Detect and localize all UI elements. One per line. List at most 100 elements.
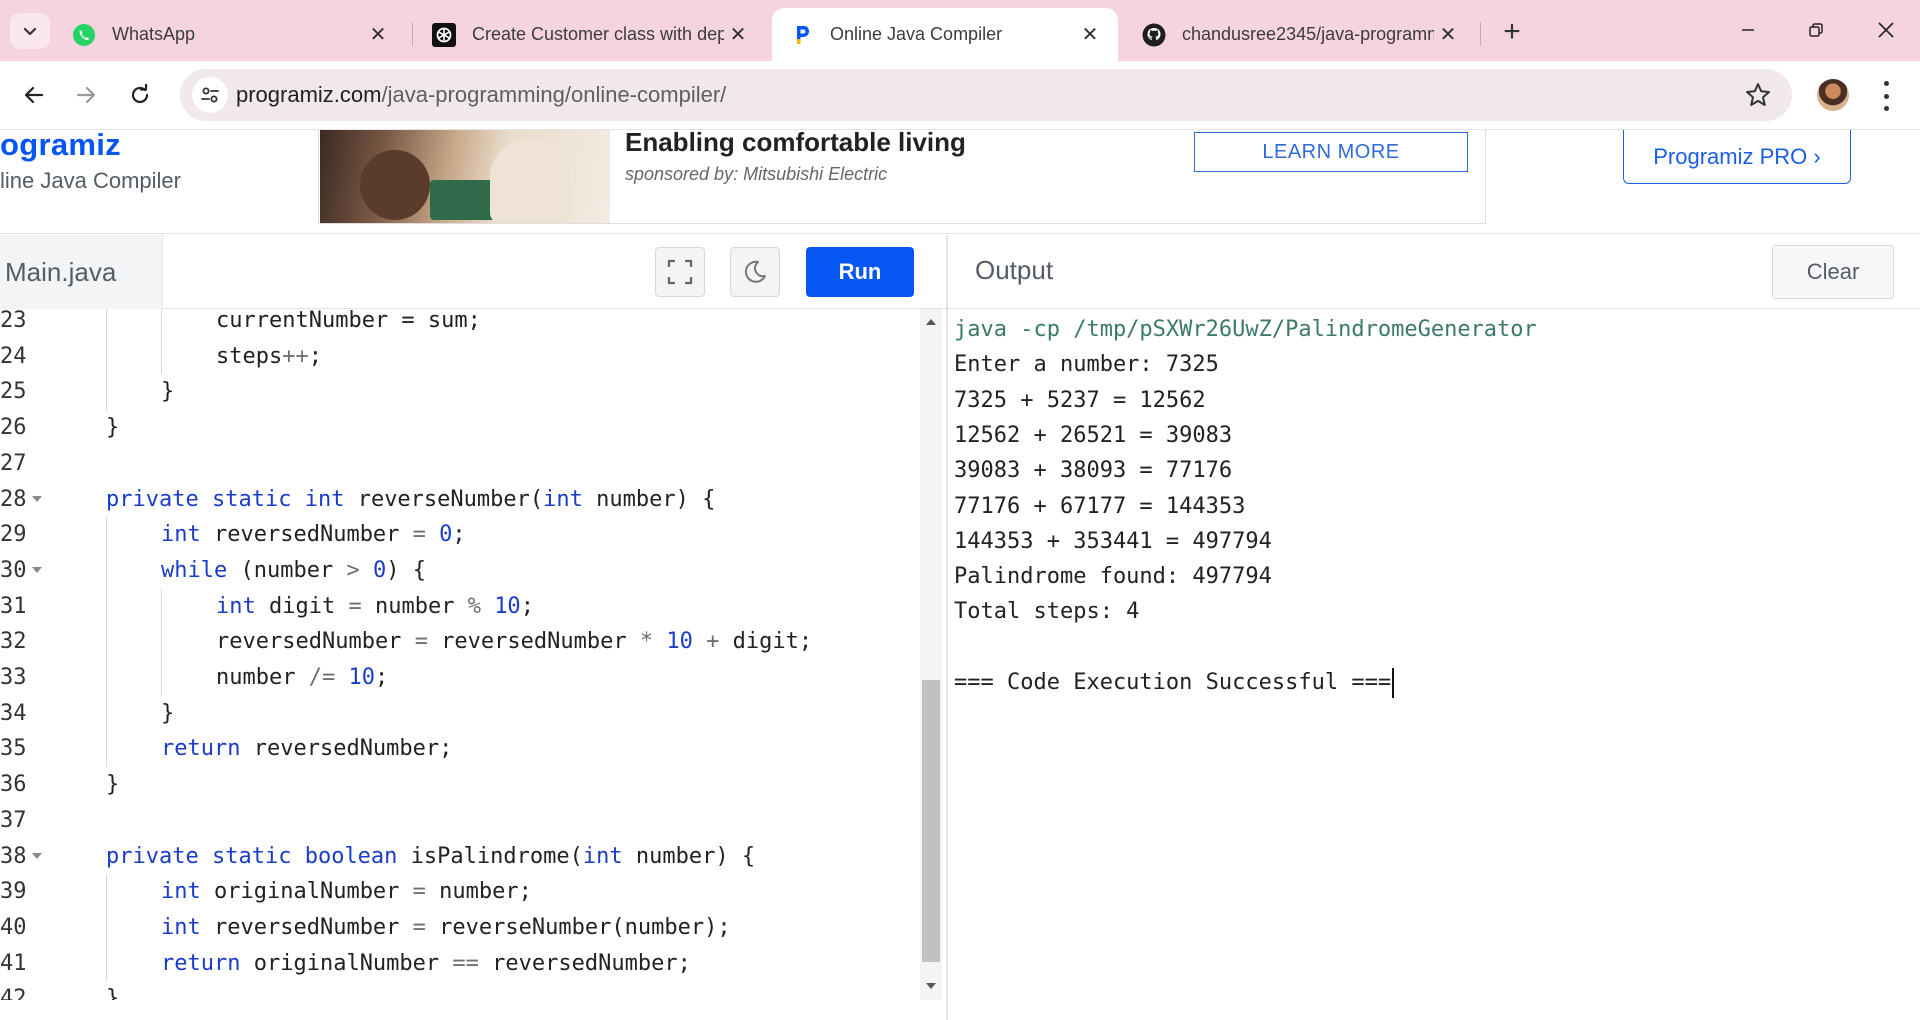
- url-path: /java-programming/online-compiler/: [381, 82, 727, 107]
- output-line: 144353 + 353441 = 497794: [954, 528, 1272, 554]
- browser-toolbar: programiz.com/java-programming/online-co…: [0, 61, 1920, 130]
- scroll-down-arrow[interactable]: [926, 983, 936, 989]
- tab-search-button[interactable]: [10, 13, 50, 49]
- code-text: currentNumber = sum;: [216, 309, 481, 333]
- file-tab-main-java[interactable]: Main.java: [0, 235, 163, 309]
- tab-github[interactable]: chandusree2345/java-programm ✕: [1124, 8, 1476, 61]
- code-line[interactable]: 23 currentNumber = sum;: [0, 309, 920, 339]
- scroll-up-arrow[interactable]: [926, 319, 936, 325]
- output-line: 12562 + 26521 = 39083: [954, 422, 1233, 448]
- indent-guide: [106, 588, 107, 625]
- code-line[interactable]: 35 return reversedNumber;: [0, 731, 920, 768]
- code-text: private static boolean isPalindrome(int …: [106, 843, 756, 869]
- code-line[interactable]: 33 number /= 10;: [0, 660, 920, 696]
- forward-button[interactable]: [64, 73, 108, 117]
- scrollbar-thumb[interactable]: [922, 680, 940, 962]
- line-number: 35: [0, 736, 27, 762]
- close-icon[interactable]: ✕: [724, 21, 752, 49]
- close-icon[interactable]: ✕: [1434, 21, 1462, 49]
- fold-arrow-icon[interactable]: [32, 852, 42, 859]
- indent-guide: [106, 517, 107, 553]
- code-text: private static int reverseNumber(int num…: [106, 486, 716, 512]
- code-line[interactable]: 32 reversedNumber = reversedNumber * 10 +…: [0, 624, 920, 660]
- code-line[interactable]: 36}: [0, 767, 920, 802]
- site-header: ogramiz line Java Compiler Enabling comf…: [0, 127, 1920, 234]
- tab-separator: [412, 22, 413, 46]
- output-line: Palindrome found: 497794: [954, 564, 1272, 590]
- output-toolbar: Output Clear: [948, 235, 1920, 309]
- close-window-button[interactable]: [1852, 0, 1920, 60]
- run-button[interactable]: Run: [806, 247, 914, 297]
- indent-guide: [106, 624, 107, 660]
- line-number: 40: [0, 914, 27, 940]
- url-host: programiz.com: [236, 82, 382, 107]
- clear-button[interactable]: Clear: [1772, 245, 1894, 299]
- code-text: int digit = number % 10;: [216, 593, 534, 619]
- code-line[interactable]: 29 int reversedNumber = 0;: [0, 517, 920, 553]
- code-line[interactable]: 25}: [0, 374, 920, 411]
- ad-headline: Enabling comfortable living: [625, 127, 966, 157]
- line-number: 41: [0, 950, 27, 976]
- tab-title: WhatsApp: [112, 24, 196, 44]
- close-icon[interactable]: ✕: [1076, 21, 1104, 49]
- indent-guide: [106, 374, 107, 411]
- line-number: 36: [0, 772, 27, 798]
- arrow-right-icon: [76, 86, 96, 104]
- indent-guide: [161, 309, 162, 339]
- line-number: 42: [0, 986, 27, 1000]
- code-line[interactable]: 41 return originalNumber == reversedNumbe…: [0, 945, 920, 982]
- code-line[interactable]: 24 steps++;: [0, 338, 920, 375]
- site-settings-icon[interactable]: [192, 77, 228, 113]
- dark-mode-toggle[interactable]: [730, 247, 780, 297]
- code-text: steps++;: [216, 343, 322, 369]
- reload-button[interactable]: [118, 73, 162, 117]
- tab-create-customer[interactable]: Create Customer class with dep ✕: [414, 8, 766, 61]
- editor-scrollbar[interactable]: [920, 309, 942, 1000]
- code-line[interactable]: 26}: [0, 410, 920, 445]
- indent-guide: [161, 660, 162, 696]
- tab-title: chandusree2345/java-programm: [1182, 24, 1434, 44]
- profile-avatar[interactable]: [1817, 79, 1849, 111]
- ad-image: [320, 130, 610, 223]
- code-line[interactable]: 34}: [0, 695, 920, 732]
- url-text: programiz.com/java-programming/online-co…: [236, 82, 726, 108]
- advertisement-banner[interactable]: Enabling comfortable living sponsored by…: [318, 127, 1486, 224]
- fold-arrow-icon[interactable]: [32, 495, 42, 502]
- code-line[interactable]: 28 private static int reverseNumber(int n…: [0, 482, 920, 517]
- back-button[interactable]: [12, 73, 56, 117]
- indent-guide: [161, 338, 162, 375]
- code-line[interactable]: 30 while (number > 0) {: [0, 552, 920, 589]
- programiz-pro-button[interactable]: Programiz PRO ›: [1623, 130, 1851, 184]
- github-icon: [1142, 23, 1166, 47]
- new-tab-button[interactable]: +: [1494, 14, 1530, 50]
- minimize-button[interactable]: [1714, 0, 1782, 60]
- code-line[interactable]: 31 int digit = number % 10;: [0, 588, 920, 625]
- restore-button[interactable]: [1782, 0, 1850, 60]
- code-line[interactable]: 38 private static boolean isPalindrome(in…: [0, 839, 920, 874]
- output-line: 7325 + 5237 = 12562: [954, 387, 1206, 413]
- code-text: }: [106, 772, 120, 798]
- text-cursor: [1392, 667, 1395, 698]
- code-line[interactable]: 37: [0, 803, 920, 838]
- close-icon[interactable]: ✕: [364, 21, 392, 49]
- output-console[interactable]: java -cp /tmp/pSXWr26UwZ/PalindromeGener…: [948, 309, 1920, 1020]
- whatsapp-icon: [72, 23, 96, 47]
- fullscreen-button[interactable]: [655, 247, 705, 297]
- code-line[interactable]: 39 int originalNumber = number;: [0, 874, 920, 910]
- bookmark-star-icon[interactable]: [1744, 81, 1772, 109]
- code-line[interactable]: 27: [0, 446, 920, 481]
- code-editor[interactable]: 23 currentNumber = sum; 24 steps++; 25} 26} 27…: [0, 309, 946, 1000]
- browser-menu-icon[interactable]: [1876, 81, 1896, 111]
- code-line[interactable]: 40 int reversedNumber = reverseNumber(num…: [0, 909, 920, 946]
- tab-whatsapp[interactable]: WhatsApp ✕: [54, 8, 406, 61]
- chatgpt-icon: [432, 22, 456, 47]
- learn-more-button[interactable]: LEARN MORE: [1194, 132, 1468, 172]
- code-line[interactable]: 42}: [0, 981, 920, 1000]
- address-bar[interactable]: programiz.com/java-programming/online-co…: [180, 69, 1792, 121]
- tab-online-java-compiler[interactable]: Online Java Compiler ✕: [772, 8, 1118, 61]
- reload-icon: [131, 83, 149, 104]
- output-line: 77176 + 67177 = 144353: [954, 493, 1246, 519]
- restore-icon: [1809, 23, 1823, 37]
- fold-arrow-icon[interactable]: [32, 566, 42, 573]
- site-logo[interactable]: ogramiz: [0, 127, 121, 163]
